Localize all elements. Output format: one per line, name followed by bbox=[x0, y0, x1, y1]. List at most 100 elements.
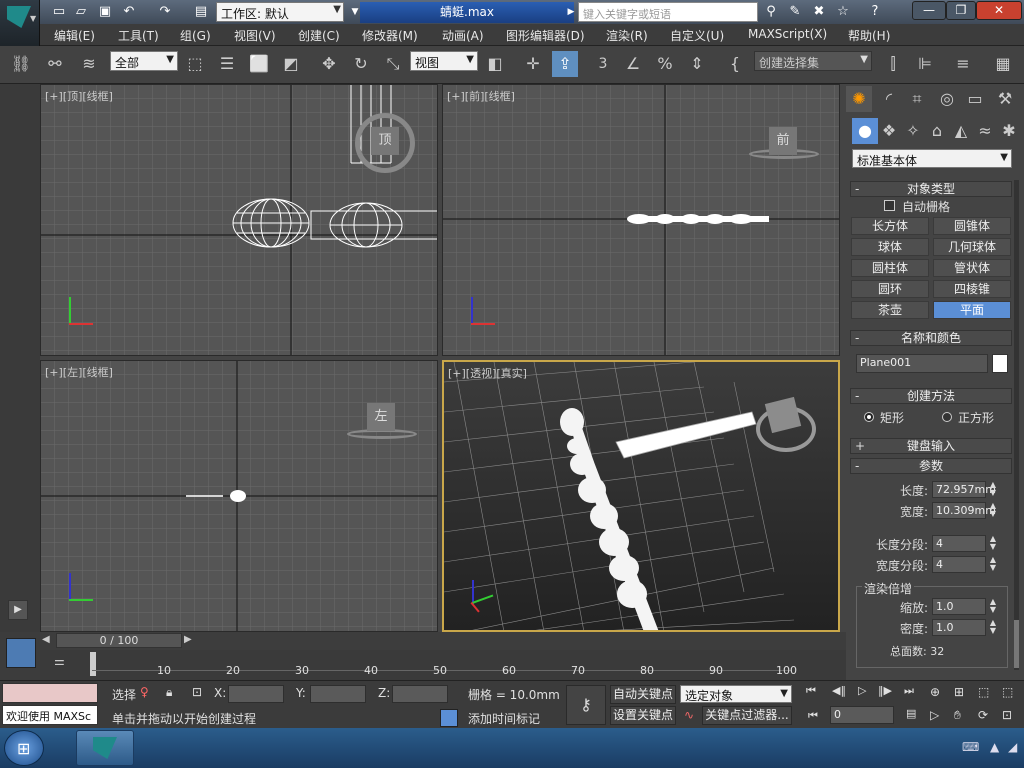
next-frame-arrow-icon[interactable]: ▶ bbox=[184, 634, 192, 645]
menu-create[interactable]: 创建(C) bbox=[298, 27, 340, 44]
orbit-icon[interactable]: ⟳ bbox=[978, 708, 988, 722]
viewcube[interactable]: 顶 bbox=[371, 127, 399, 155]
expand-arrow-icon[interactable]: ▶ bbox=[8, 600, 28, 620]
communication-icon[interactable]: ✖ bbox=[810, 3, 828, 21]
current-frame-input[interactable]: 0 bbox=[830, 706, 894, 724]
network-icon[interactable]: ▲ bbox=[990, 740, 999, 754]
rollout-creation-method[interactable]: - 创建方法 bbox=[850, 388, 1012, 404]
align-icon[interactable]: ⊫ bbox=[912, 51, 938, 77]
plane-button[interactable]: 平面 bbox=[933, 301, 1011, 319]
time-slider[interactable]: ◀ 0 / 100 ▶ bbox=[40, 632, 846, 650]
viewport-label[interactable]: [+][透视][真实] bbox=[448, 365, 527, 381]
zoom-all-icon[interactable]: ⊞ bbox=[954, 685, 964, 699]
layer-manager-icon[interactable]: ≡ bbox=[950, 51, 976, 77]
key-mode-toggle-icon[interactable]: ⏮ bbox=[808, 709, 818, 723]
geosphere-button[interactable]: 几何球体 bbox=[933, 238, 1011, 256]
keyboard-shortcut-override-icon[interactable]: ⇪ bbox=[552, 51, 578, 77]
viewport-label[interactable]: [+][左][线框] bbox=[45, 364, 113, 380]
binoculars-icon[interactable]: ⚲ bbox=[762, 3, 780, 21]
time-tag-icon[interactable] bbox=[440, 709, 458, 727]
welcome-text[interactable]: 欢迎使用 MAXSc bbox=[2, 705, 98, 725]
systems-icon[interactable]: ✱ bbox=[996, 118, 1022, 144]
zoom-extents-icon[interactable]: ⬚ bbox=[978, 685, 989, 699]
selection-filter-dropdown[interactable]: 全部 ▼ bbox=[110, 51, 178, 71]
motion-tab-icon[interactable]: ◎ bbox=[934, 86, 960, 112]
menu-maxscript[interactable]: MAXScript(X) bbox=[748, 27, 827, 41]
helpers-icon[interactable]: ◭ bbox=[948, 118, 974, 144]
isolate-icon[interactable]: ♀ bbox=[140, 685, 149, 699]
track-bar[interactable]: ⚌ 10 20 30 40 50 60 70 80 90 100 bbox=[40, 650, 846, 680]
hierarchy-tab-icon[interactable]: ⌗ bbox=[904, 86, 930, 112]
prev-frame-arrow-icon[interactable]: ◀ bbox=[42, 634, 50, 645]
rollout-object-type[interactable]: - 对象类型 bbox=[850, 181, 1012, 197]
shapes-icon[interactable]: ❖ bbox=[876, 118, 902, 144]
auto-key-button[interactable]: 自动关键点 bbox=[610, 685, 676, 704]
lights-icon[interactable]: ✧ bbox=[900, 118, 926, 144]
field-of-view-icon[interactable]: ▷ bbox=[930, 708, 939, 722]
key-filters-button[interactable]: 关键点过滤器... bbox=[702, 706, 792, 725]
menu-help[interactable]: 帮助(H) bbox=[848, 27, 890, 44]
subscription-icon[interactable]: ✎ bbox=[786, 3, 804, 21]
viewport-front[interactable]: [+][前][线框] 前 bbox=[442, 84, 840, 356]
length-segs-input[interactable]: 4 bbox=[932, 535, 986, 552]
help-icon[interactable]: ? bbox=[866, 3, 884, 21]
render-setup-icon[interactable]: ▦ bbox=[990, 51, 1016, 77]
minimize-button[interactable]: — bbox=[912, 1, 946, 20]
viewport-label[interactable]: [+][前][线框] bbox=[447, 88, 515, 104]
taskbar-3dsmax-button[interactable] bbox=[76, 730, 134, 766]
keyboard-icon[interactable]: ⌨ bbox=[962, 740, 979, 754]
time-slider-thumb[interactable]: 0 / 100 bbox=[56, 633, 182, 648]
select-object-icon[interactable]: ⬚ bbox=[182, 51, 208, 77]
object-color-swatch[interactable] bbox=[992, 354, 1008, 373]
unlink-icon[interactable]: ⚯ bbox=[42, 51, 68, 77]
bind-spacewarp-icon[interactable]: ≋ bbox=[76, 51, 102, 77]
spinner-arrows-icon[interactable]: ▲ ▼ bbox=[988, 556, 998, 573]
utilities-tab-icon[interactable]: ⚒ bbox=[992, 86, 1018, 112]
menu-rendering[interactable]: 渲染(R) bbox=[606, 27, 648, 44]
undo-icon[interactable]: ↶ bbox=[120, 3, 138, 21]
x-coordinate-input[interactable] bbox=[228, 685, 284, 703]
spinner-arrows-icon[interactable]: ▲ ▼ bbox=[988, 535, 998, 552]
app-logo-button[interactable]: ▼ bbox=[0, 0, 40, 48]
viewport-left[interactable]: [+][左][线框] 左 bbox=[40, 360, 438, 632]
cone-button[interactable]: 圆锥体 bbox=[933, 217, 1011, 235]
y-coordinate-input[interactable] bbox=[310, 685, 366, 703]
rollout-parameters[interactable]: - 参数 bbox=[850, 458, 1012, 474]
teapot-button[interactable]: 茶壶 bbox=[851, 301, 929, 319]
command-panel-scrollbar[interactable] bbox=[1014, 180, 1019, 670]
spinner-arrows-icon[interactable]: ▲ ▼ bbox=[988, 502, 998, 519]
display-tab-icon[interactable]: ▭ bbox=[962, 86, 988, 112]
cameras-icon[interactable]: ⌂ bbox=[924, 118, 950, 144]
object-name-input[interactable]: Plane001 bbox=[856, 354, 988, 373]
favorites-icon[interactable]: ☆ bbox=[834, 3, 852, 21]
spacewarps-icon[interactable]: ≈ bbox=[972, 118, 998, 144]
menu-customize[interactable]: 自定义(U) bbox=[670, 27, 724, 44]
rectangle-selection-icon[interactable]: ⬜ bbox=[246, 51, 272, 77]
spinner-arrows-icon[interactable]: ▲ ▼ bbox=[988, 619, 998, 636]
pan-icon[interactable]: ✋︎ bbox=[954, 708, 961, 723]
select-by-name-icon[interactable]: ☰ bbox=[214, 51, 240, 77]
move-icon[interactable]: ✥ bbox=[316, 51, 342, 77]
rollout-keyboard-entry[interactable]: + 键盘输入 bbox=[850, 438, 1012, 454]
scale-icon[interactable]: ⤡ bbox=[380, 51, 406, 77]
percent-snap-icon[interactable]: % bbox=[652, 51, 678, 77]
pivot-center-icon[interactable]: ◧ bbox=[482, 51, 508, 77]
square-radio[interactable] bbox=[942, 412, 952, 422]
angle-snap-icon[interactable]: ∠ bbox=[620, 51, 646, 77]
redo-icon[interactable]: ↷ bbox=[156, 3, 174, 21]
maximize-button[interactable]: ❐ bbox=[946, 1, 976, 20]
save-icon[interactable]: ▣ bbox=[96, 3, 114, 21]
key-mode-dropdown[interactable]: 选定对象 ▼ bbox=[680, 685, 792, 703]
reference-coordinate-dropdown[interactable]: 视图 ▼ bbox=[410, 51, 478, 71]
window-crossing-icon[interactable]: ◩ bbox=[278, 51, 304, 77]
maxscript-mini-listener[interactable] bbox=[2, 683, 98, 703]
rectangle-radio[interactable] bbox=[864, 412, 874, 422]
absolute-mode-icon[interactable]: ⊡ bbox=[192, 685, 202, 699]
width-segs-input[interactable]: 4 bbox=[932, 556, 986, 573]
open-file-icon[interactable]: ▱ bbox=[72, 3, 90, 21]
go-to-start-icon[interactable]: ⏮ bbox=[806, 684, 816, 698]
set-key-button[interactable]: 设置关键点 bbox=[610, 706, 676, 725]
create-tab-icon[interactable]: ✺ bbox=[846, 86, 872, 112]
new-file-icon[interactable]: ▭ bbox=[50, 3, 68, 21]
select-manipulate-icon[interactable]: ✛ bbox=[520, 51, 546, 77]
